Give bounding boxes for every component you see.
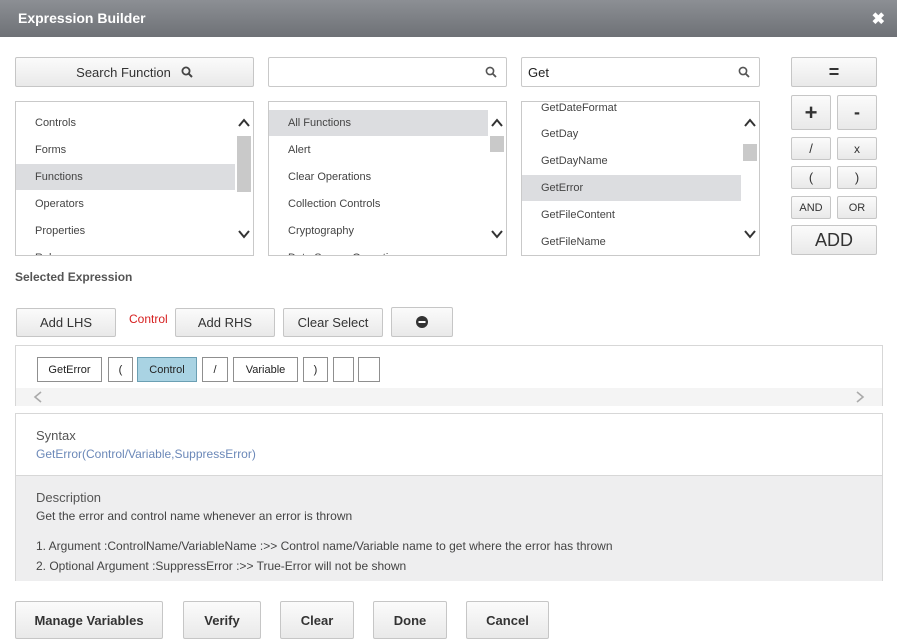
divide-button[interactable]: / xyxy=(791,137,831,160)
category-list[interactable]: Controls Forms Functions Operators Prope… xyxy=(15,101,254,256)
close-paren-button[interactable]: ) xyxy=(837,166,877,189)
expression-area[interactable]: GetError ( Control / Variable ) xyxy=(15,345,883,406)
scroll-down-icon[interactable] xyxy=(744,229,756,239)
scrollbar-thumb[interactable] xyxy=(743,144,757,161)
list-item[interactable]: GetDateFormat xyxy=(522,102,742,121)
description-argument-2: 2. Optional Argument :SuppressError :>> … xyxy=(36,559,407,573)
horizontal-scrollbar[interactable] xyxy=(16,388,882,406)
list-item[interactable]: GetError xyxy=(522,175,742,201)
minus-circle-icon xyxy=(416,316,428,328)
scroll-right-icon[interactable] xyxy=(855,391,865,403)
function-group-list[interactable]: All Functions Alert Clear Operations Col… xyxy=(268,101,507,256)
or-button[interactable]: OR xyxy=(837,196,877,219)
list-item[interactable]: Collection Controls xyxy=(269,191,489,217)
open-paren-button[interactable]: ( xyxy=(791,166,831,189)
scroll-down-icon[interactable] xyxy=(238,229,250,239)
expression-token-selected[interactable]: Control xyxy=(137,357,197,382)
multiply-button[interactable]: x xyxy=(837,137,877,160)
scrollbar[interactable] xyxy=(741,102,759,255)
function-search-value: Get xyxy=(528,65,549,80)
expression-token[interactable]: / xyxy=(202,357,228,382)
and-button[interactable]: AND xyxy=(791,196,831,219)
scroll-left-icon[interactable] xyxy=(33,391,43,403)
search-icon[interactable] xyxy=(485,66,497,78)
verify-button[interactable]: Verify xyxy=(183,601,261,639)
expression-token[interactable]: ( xyxy=(108,357,133,382)
list-item[interactable]: Controls xyxy=(16,110,236,136)
plus-button[interactable]: + xyxy=(791,95,831,130)
search-function-button[interactable]: Search Function xyxy=(15,57,254,87)
description-argument-1: 1. Argument :ControlName/VariableName :>… xyxy=(36,539,613,553)
function-search-input[interactable]: Get xyxy=(521,57,760,87)
list-item[interactable]: Alert xyxy=(269,137,489,163)
scrollbar[interactable] xyxy=(235,102,253,255)
search-icon[interactable] xyxy=(738,66,750,78)
scrollbar-thumb[interactable] xyxy=(490,136,504,152)
description-heading: Description xyxy=(36,490,102,505)
list-item[interactable]: GetDayName xyxy=(522,148,742,174)
minus-button[interactable]: - xyxy=(837,95,877,130)
list-item[interactable]: Forms xyxy=(16,137,236,163)
add-rhs-button[interactable]: Add RHS xyxy=(175,308,275,337)
list-item[interactable]: Cryptography xyxy=(269,218,489,244)
list-item[interactable]: All Functions xyxy=(269,110,489,136)
list-item[interactable]: Rules xyxy=(16,245,236,255)
clear-select-button[interactable]: Clear Select xyxy=(283,308,383,337)
list-item[interactable]: GetDay xyxy=(522,121,742,147)
list-item[interactable]: Clear Operations xyxy=(269,164,489,190)
manage-variables-button[interactable]: Manage Variables xyxy=(15,601,163,639)
syntax-section: Syntax GetError(Control/Variable,Suppres… xyxy=(16,414,882,476)
description-section: Description Get the error and control na… xyxy=(16,476,882,581)
syntax-heading: Syntax xyxy=(36,428,76,443)
expression-token-empty[interactable] xyxy=(333,357,354,382)
function-info-panel: Syntax GetError(Control/Variable,Suppres… xyxy=(15,413,883,581)
list-item[interactable]: GetFileName xyxy=(522,229,742,255)
scrollbar-thumb[interactable] xyxy=(237,136,251,192)
clear-button[interactable]: Clear xyxy=(280,601,354,639)
scroll-up-icon[interactable] xyxy=(744,118,756,128)
expression-token[interactable]: ) xyxy=(303,357,328,382)
search-function-label: Search Function xyxy=(76,64,171,80)
scrollbar[interactable] xyxy=(488,102,506,255)
list-item[interactable]: Properties xyxy=(16,218,236,244)
list-item[interactable]: Functions xyxy=(16,164,236,190)
list-item[interactable]: Operators xyxy=(16,191,236,217)
window-title: Expression Builder xyxy=(18,10,146,26)
function-list[interactable]: GetDateFormat GetDay GetDayName GetError… xyxy=(521,101,760,256)
list-item[interactable]: Data Source Operations xyxy=(269,245,489,255)
scroll-down-icon[interactable] xyxy=(491,229,503,239)
close-icon[interactable]: ✖ xyxy=(872,9,885,29)
add-operator-button[interactable]: ADD xyxy=(791,225,877,255)
add-lhs-button[interactable]: Add LHS xyxy=(16,308,116,337)
equals-button[interactable]: = xyxy=(791,57,877,87)
control-tag: Control xyxy=(129,312,168,326)
scroll-up-icon[interactable] xyxy=(491,118,503,128)
expression-token-empty[interactable] xyxy=(358,357,380,382)
done-button[interactable]: Done xyxy=(373,601,447,639)
remove-token-button[interactable] xyxy=(391,307,453,337)
syntax-text: GetError(Control/Variable,SuppressError) xyxy=(36,447,256,461)
expression-token[interactable]: Variable xyxy=(233,357,298,382)
expression-token[interactable]: GetError xyxy=(37,357,102,382)
scroll-up-icon[interactable] xyxy=(238,118,250,128)
function-group-search-input[interactable] xyxy=(268,57,507,87)
search-icon xyxy=(181,66,193,78)
description-text: Get the error and control name whenever … xyxy=(36,509,353,523)
list-item[interactable]: GetFileContent xyxy=(522,202,742,228)
selected-expression-label: Selected Expression xyxy=(15,270,133,284)
cancel-button[interactable]: Cancel xyxy=(466,601,549,639)
title-bar: Expression Builder ✖ xyxy=(0,0,897,37)
